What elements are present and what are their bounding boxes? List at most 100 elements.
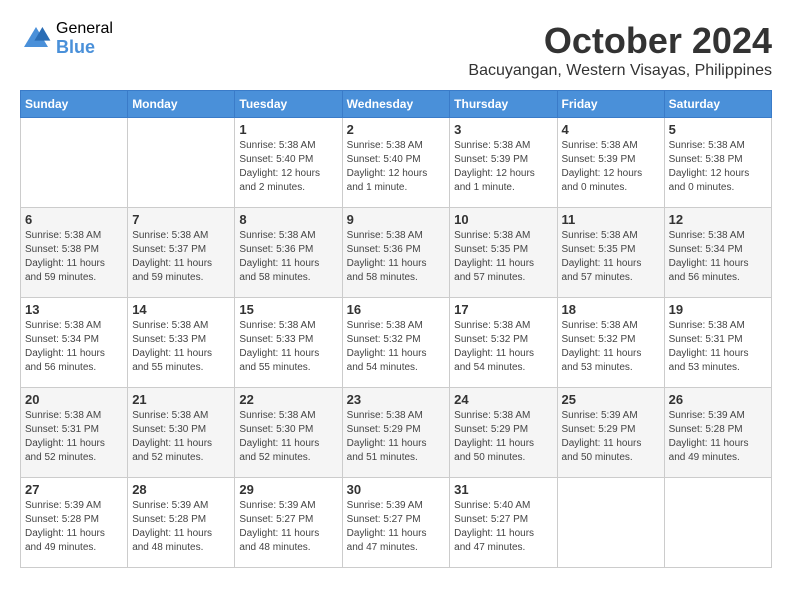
calendar-cell: 25 Sunrise: 5:39 AM Sunset: 5:29 PM Dayli… bbox=[557, 388, 664, 478]
day-info: Sunrise: 5:38 AM Sunset: 5:40 PM Dayligh… bbox=[347, 139, 446, 195]
day-number: 8 bbox=[239, 212, 337, 227]
calendar-cell: 28Sunrise: 5:39 AM Sunset: 5:28 PM Dayli… bbox=[128, 478, 235, 568]
calendar-week-row: 6Sunrise: 5:38 AM Sunset: 5:38 PM Daylig… bbox=[21, 208, 772, 298]
calendar-cell: 11 Sunrise: 5:38 AM Sunset: 5:35 PM Dayli… bbox=[557, 208, 664, 298]
day-info: Sunrise: 5:38 AM Sunset: 5:29 PM Dayligh… bbox=[454, 409, 552, 465]
logo-icon bbox=[20, 23, 52, 55]
calendar-cell: 17Sunrise: 5:38 AM Sunset: 5:32 PM Dayli… bbox=[450, 298, 557, 388]
day-info: Sunrise: 5:38 AM Sunset: 5:35 PM Dayligh… bbox=[562, 229, 660, 285]
day-number: 5 bbox=[669, 122, 767, 137]
logo-general: General bbox=[56, 20, 113, 38]
calendar-cell: 27 Sunrise: 5:39 AM Sunset: 5:28 PM Dayli… bbox=[21, 478, 128, 568]
calendar-cell bbox=[557, 478, 664, 568]
calendar-cell: 16 Sunrise: 5:38 AM Sunset: 5:32 PM Dayli… bbox=[342, 298, 450, 388]
day-number: 25 bbox=[562, 392, 660, 407]
calendar-table: SundayMondayTuesdayWednesdayThursdayFrid… bbox=[20, 90, 772, 568]
day-number: 19 bbox=[669, 302, 767, 317]
day-info: Sunrise: 5:38 AM Sunset: 5:29 PM Dayligh… bbox=[347, 409, 446, 465]
calendar-cell: 26 Sunrise: 5:39 AM Sunset: 5:28 PM Dayli… bbox=[664, 388, 771, 478]
logo: General Blue bbox=[20, 20, 113, 57]
day-number: 9 bbox=[347, 212, 446, 227]
calendar-cell: 5 Sunrise: 5:38 AM Sunset: 5:38 PM Daylig… bbox=[664, 118, 771, 208]
day-number: 3 bbox=[454, 122, 552, 137]
day-number: 2 bbox=[347, 122, 446, 137]
day-number: 10 bbox=[454, 212, 552, 227]
calendar-cell: 13 Sunrise: 5:38 AM Sunset: 5:34 PM Dayli… bbox=[21, 298, 128, 388]
day-info: Sunrise: 5:40 AM Sunset: 5:27 PM Dayligh… bbox=[454, 499, 552, 555]
day-number: 30 bbox=[347, 482, 446, 497]
day-number: 13 bbox=[25, 302, 123, 317]
day-info: Sunrise: 5:39 AM Sunset: 5:28 PM Dayligh… bbox=[669, 409, 767, 465]
calendar-cell: 22 Sunrise: 5:38 AM Sunset: 5:30 PM Dayli… bbox=[235, 388, 342, 478]
day-info: Sunrise: 5:38 AM Sunset: 5:39 PM Dayligh… bbox=[562, 139, 660, 195]
calendar-week-row: 27 Sunrise: 5:39 AM Sunset: 5:28 PM Dayli… bbox=[21, 478, 772, 568]
day-of-week-header: Tuesday bbox=[235, 91, 342, 118]
day-info: Sunrise: 5:38 AM Sunset: 5:35 PM Dayligh… bbox=[454, 229, 552, 285]
calendar-week-row: 20 Sunrise: 5:38 AM Sunset: 5:31 PM Dayli… bbox=[21, 388, 772, 478]
day-info: Sunrise: 5:38 AM Sunset: 5:32 PM Dayligh… bbox=[562, 319, 660, 375]
day-info: Sunrise: 5:39 AM Sunset: 5:29 PM Dayligh… bbox=[562, 409, 660, 465]
calendar-cell: 10 Sunrise: 5:38 AM Sunset: 5:35 PM Dayli… bbox=[450, 208, 557, 298]
day-of-week-header: Friday bbox=[557, 91, 664, 118]
day-info: Sunrise: 5:38 AM Sunset: 5:38 PM Dayligh… bbox=[669, 139, 767, 195]
day-number: 21 bbox=[132, 392, 230, 407]
day-number: 27 bbox=[25, 482, 123, 497]
day-info: Sunrise: 5:39 AM Sunset: 5:28 PM Dayligh… bbox=[25, 499, 123, 555]
day-info: Sunrise: 5:38 AM Sunset: 5:34 PM Dayligh… bbox=[25, 319, 123, 375]
day-of-week-header: Sunday bbox=[21, 91, 128, 118]
day-info: Sunrise: 5:38 AM Sunset: 5:36 PM Dayligh… bbox=[239, 229, 337, 285]
calendar-cell: 14Sunrise: 5:38 AM Sunset: 5:33 PM Dayli… bbox=[128, 298, 235, 388]
calendar-cell: 7 Sunrise: 5:38 AM Sunset: 5:37 PM Daylig… bbox=[128, 208, 235, 298]
location-title: Bacuyangan, Western Visayas, Philippines bbox=[468, 62, 772, 80]
calendar-cell: 19 Sunrise: 5:38 AM Sunset: 5:31 PM Dayli… bbox=[664, 298, 771, 388]
day-number: 29 bbox=[239, 482, 337, 497]
day-info: Sunrise: 5:38 AM Sunset: 5:30 PM Dayligh… bbox=[239, 409, 337, 465]
calendar-cell: 21 Sunrise: 5:38 AM Sunset: 5:30 PM Dayli… bbox=[128, 388, 235, 478]
calendar-cell: 9Sunrise: 5:38 AM Sunset: 5:36 PM Daylig… bbox=[342, 208, 450, 298]
day-of-week-header: Thursday bbox=[450, 91, 557, 118]
day-info: Sunrise: 5:38 AM Sunset: 5:40 PM Dayligh… bbox=[239, 139, 337, 195]
day-number: 16 bbox=[347, 302, 446, 317]
month-title: October 2024 bbox=[468, 20, 772, 62]
day-info: Sunrise: 5:38 AM Sunset: 5:31 PM Dayligh… bbox=[669, 319, 767, 375]
day-info: Sunrise: 5:38 AM Sunset: 5:38 PM Dayligh… bbox=[25, 229, 123, 285]
calendar-cell: 23 Sunrise: 5:38 AM Sunset: 5:29 PM Dayli… bbox=[342, 388, 450, 478]
day-number: 26 bbox=[669, 392, 767, 407]
day-number: 18 bbox=[562, 302, 660, 317]
calendar-cell bbox=[664, 478, 771, 568]
calendar-cell: 31 Sunrise: 5:40 AM Sunset: 5:27 PM Dayli… bbox=[450, 478, 557, 568]
day-info: Sunrise: 5:38 AM Sunset: 5:31 PM Dayligh… bbox=[25, 409, 123, 465]
day-info: Sunrise: 5:38 AM Sunset: 5:32 PM Dayligh… bbox=[347, 319, 446, 375]
day-info: Sunrise: 5:38 AM Sunset: 5:32 PM Dayligh… bbox=[454, 319, 552, 375]
day-info: Sunrise: 5:38 AM Sunset: 5:39 PM Dayligh… bbox=[454, 139, 552, 195]
logo-text: General Blue bbox=[56, 20, 113, 57]
day-number: 22 bbox=[239, 392, 337, 407]
calendar-cell: 4 Sunrise: 5:38 AM Sunset: 5:39 PM Daylig… bbox=[557, 118, 664, 208]
day-number: 31 bbox=[454, 482, 552, 497]
calendar-cell: 29Sunrise: 5:39 AM Sunset: 5:27 PM Dayli… bbox=[235, 478, 342, 568]
day-info: Sunrise: 5:39 AM Sunset: 5:27 PM Dayligh… bbox=[347, 499, 446, 555]
day-number: 15 bbox=[239, 302, 337, 317]
calendar-cell: 20 Sunrise: 5:38 AM Sunset: 5:31 PM Dayli… bbox=[21, 388, 128, 478]
calendar-header-row: SundayMondayTuesdayWednesdayThursdayFrid… bbox=[21, 91, 772, 118]
day-number: 11 bbox=[562, 212, 660, 227]
day-number: 20 bbox=[25, 392, 123, 407]
day-number: 7 bbox=[132, 212, 230, 227]
calendar-cell: 30 Sunrise: 5:39 AM Sunset: 5:27 PM Dayli… bbox=[342, 478, 450, 568]
day-info: Sunrise: 5:38 AM Sunset: 5:37 PM Dayligh… bbox=[132, 229, 230, 285]
day-info: Sunrise: 5:38 AM Sunset: 5:33 PM Dayligh… bbox=[132, 319, 230, 375]
day-info: Sunrise: 5:39 AM Sunset: 5:28 PM Dayligh… bbox=[132, 499, 230, 555]
day-of-week-header: Wednesday bbox=[342, 91, 450, 118]
day-number: 12 bbox=[669, 212, 767, 227]
day-of-week-header: Monday bbox=[128, 91, 235, 118]
calendar-cell: 8 Sunrise: 5:38 AM Sunset: 5:36 PM Daylig… bbox=[235, 208, 342, 298]
calendar-cell: 15 Sunrise: 5:38 AM Sunset: 5:33 PM Dayli… bbox=[235, 298, 342, 388]
day-info: Sunrise: 5:38 AM Sunset: 5:33 PM Dayligh… bbox=[239, 319, 337, 375]
calendar-cell: 6Sunrise: 5:38 AM Sunset: 5:38 PM Daylig… bbox=[21, 208, 128, 298]
day-number: 24 bbox=[454, 392, 552, 407]
calendar-cell: 12Sunrise: 5:38 AM Sunset: 5:34 PM Dayli… bbox=[664, 208, 771, 298]
day-number: 23 bbox=[347, 392, 446, 407]
calendar-cell bbox=[128, 118, 235, 208]
day-info: Sunrise: 5:38 AM Sunset: 5:30 PM Dayligh… bbox=[132, 409, 230, 465]
day-number: 4 bbox=[562, 122, 660, 137]
